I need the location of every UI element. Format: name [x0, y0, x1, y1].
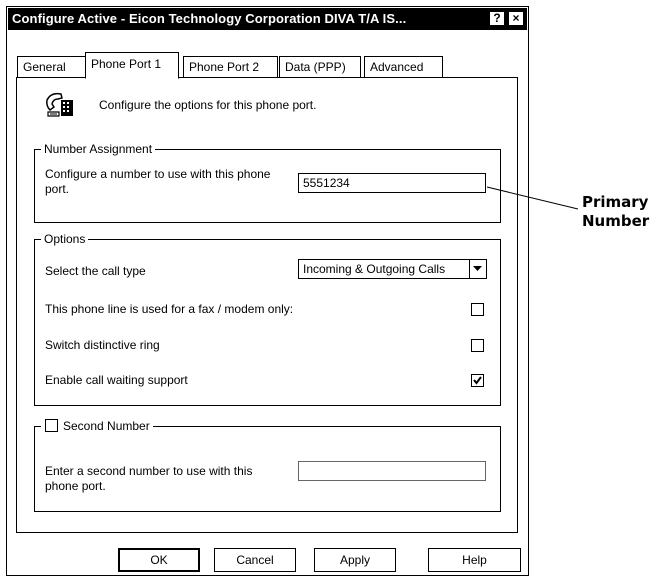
- tab-phone-port-1[interactable]: Phone Port 1: [85, 52, 179, 79]
- callout-leader-line: [486, 186, 579, 210]
- primary-number-callout: Primary Number: [582, 193, 649, 231]
- page: Configure Active - Eicon Technology Corp…: [0, 0, 669, 580]
- callout-line-1: Primary: [582, 193, 649, 211]
- callout-line-2: Number: [582, 212, 650, 230]
